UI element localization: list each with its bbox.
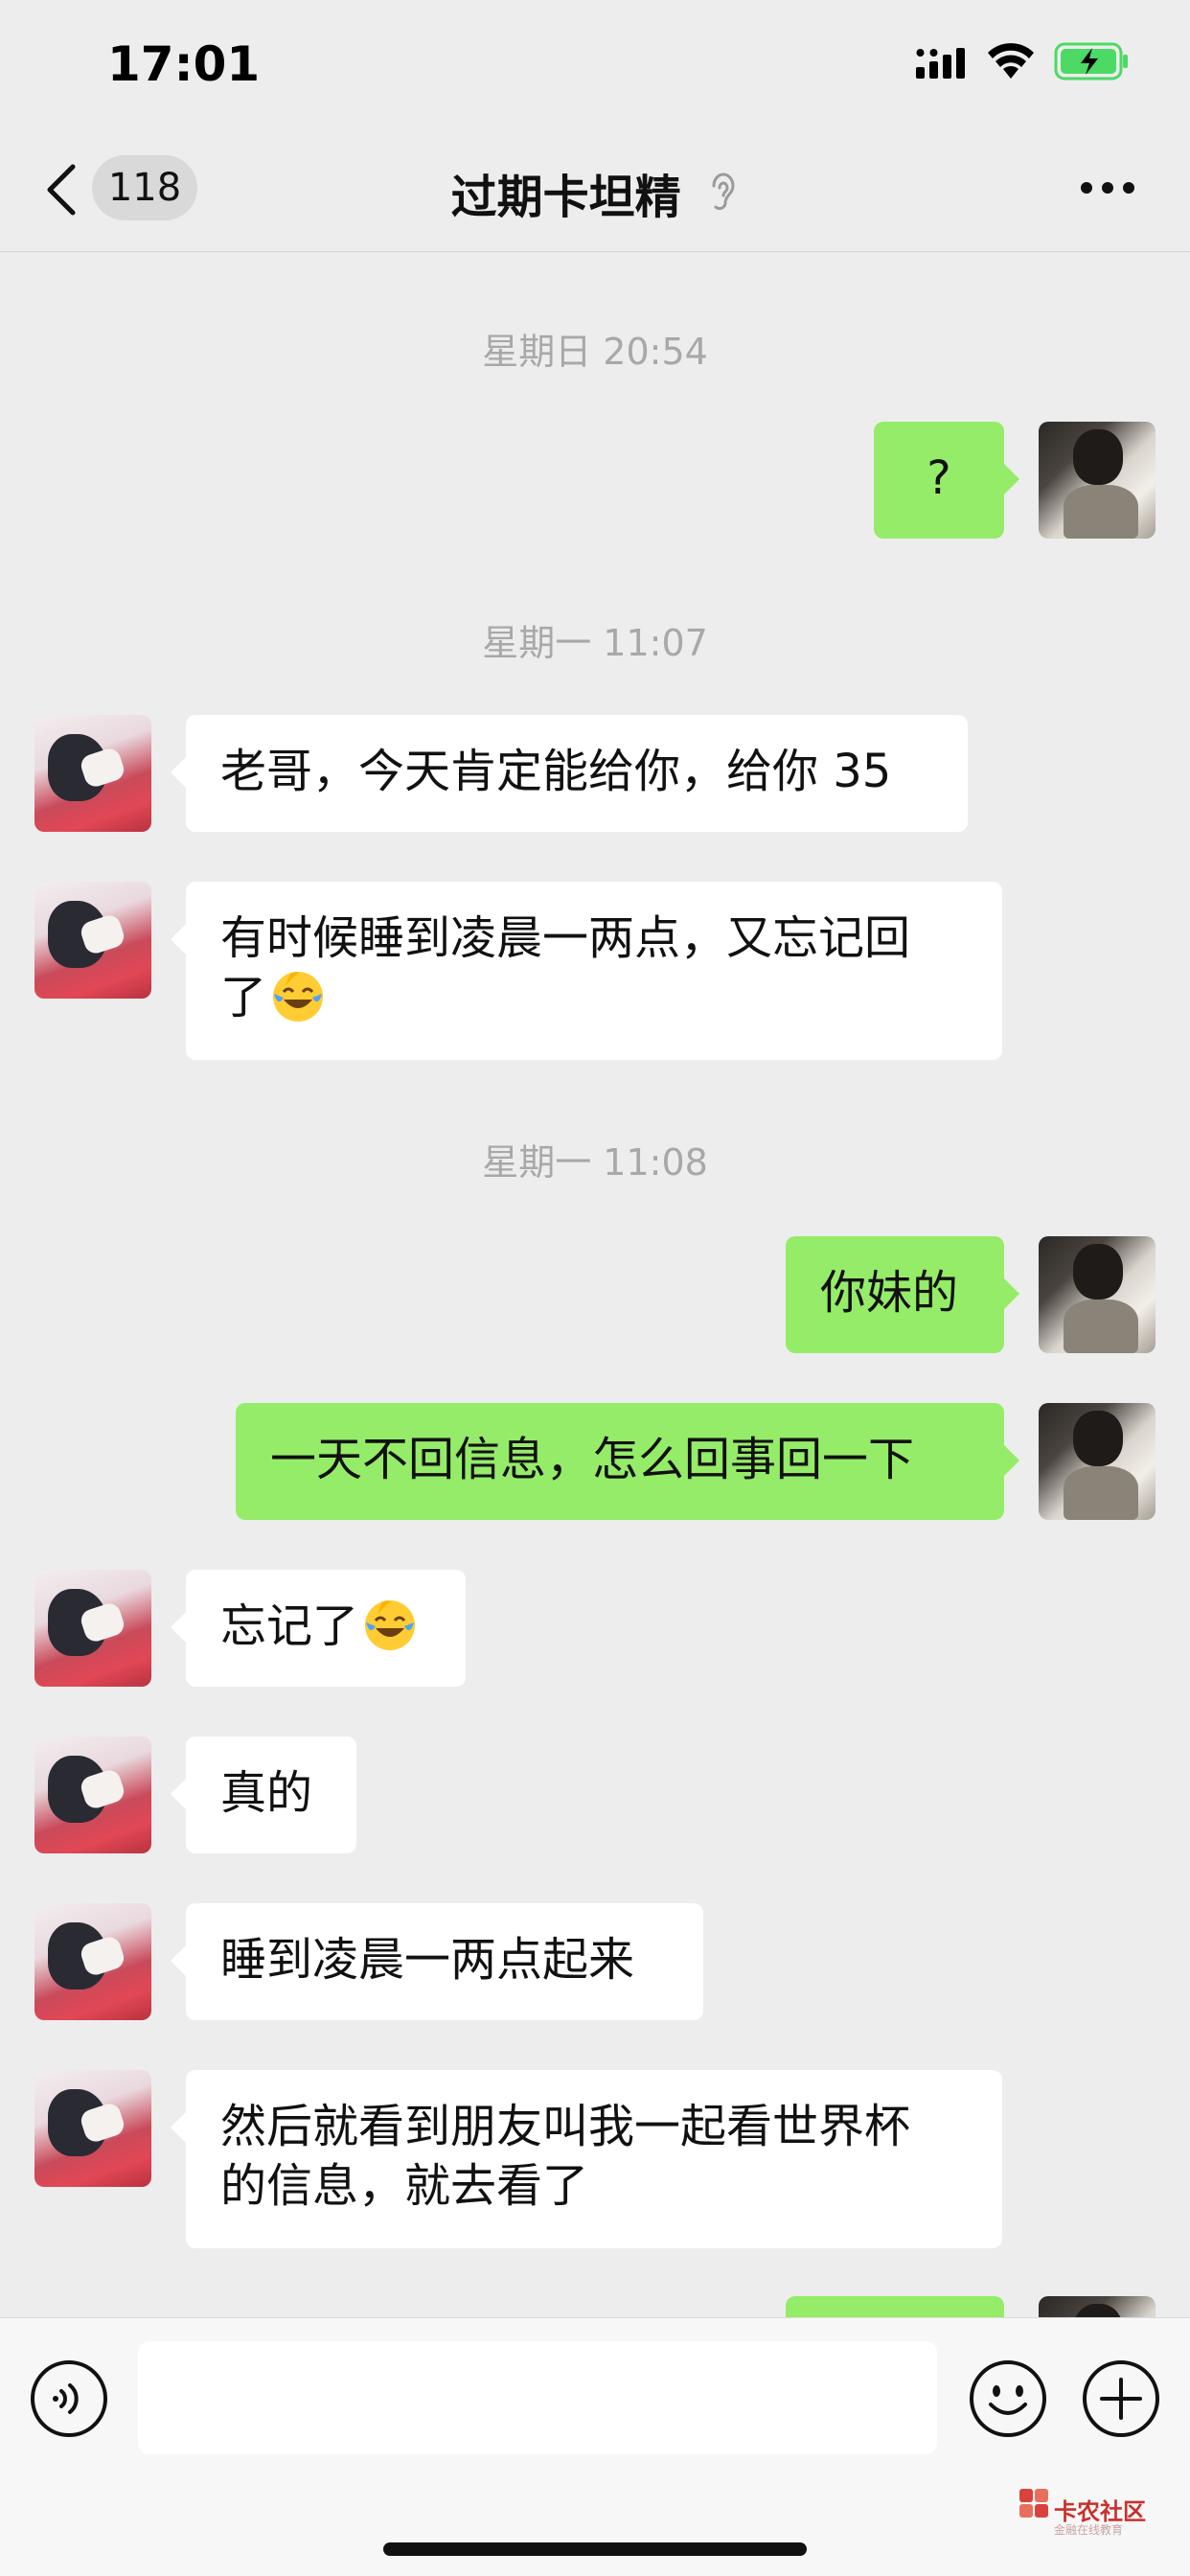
message-text: 睡到凌晨一两点起来 xyxy=(220,1933,635,1987)
chat-title: 过期卡坦精 xyxy=(450,171,681,224)
kanong-logo-icon xyxy=(1019,2489,1048,2518)
message-text: ? xyxy=(927,451,951,505)
message-input[interactable] xyxy=(138,2341,937,2454)
contact-avatar[interactable] xyxy=(34,1903,151,2020)
contact-avatar[interactable] xyxy=(34,2070,151,2187)
contact-message-bubble[interactable]: 然后就看到朋友叫我一起看世界杯 的信息，就去看了 xyxy=(171,2070,1002,2248)
cellular-signal-icon xyxy=(916,48,965,79)
timestamp: 星期一 11:08 xyxy=(482,1141,708,1184)
message-text: 真的 xyxy=(220,1766,313,1820)
self-avatar[interactable] xyxy=(1039,422,1156,539)
home-indicator[interactable] xyxy=(383,2542,807,2556)
message-text: 忘记了 xyxy=(220,1599,359,1653)
contact-avatar[interactable] xyxy=(34,882,151,999)
more-options-icon[interactable] xyxy=(1079,180,1136,196)
timestamp: 星期一 11:07 xyxy=(482,622,708,664)
plus-more-icon[interactable] xyxy=(1081,2358,1161,2439)
status-time: 17:01 xyxy=(107,36,261,92)
contact-avatar[interactable] xyxy=(34,1570,151,1687)
self-message-bubble[interactable]: 你妹的 xyxy=(786,1236,1019,1353)
emoji-picker-icon[interactable] xyxy=(968,2358,1048,2439)
voice-input-icon[interactable] xyxy=(29,2358,109,2439)
contact-message-bubble[interactable]: 有时候睡到凌晨一两点，又忘记回 了 xyxy=(171,882,1002,1060)
input-bar: 卡农社区 金融在线教育 xyxy=(0,2317,1190,2576)
self-message-bubble[interactable]: ? xyxy=(874,422,1019,539)
contact-message-bubble[interactable]: 睡到凌晨一两点起来 xyxy=(171,1903,703,2020)
face-with-tears-of-joy-icon xyxy=(365,1600,416,1650)
message-text: 一天不回信息，怎么回事回一下 xyxy=(270,1433,915,1486)
self-avatar[interactable] xyxy=(1039,1236,1156,1353)
message-text: 老哥，今天肯定能给你，给你 35 xyxy=(220,745,892,798)
timestamp: 星期日 20:54 xyxy=(482,331,708,373)
self-message-bubble[interactable]: 一天不回信息，怎么回事回一下 xyxy=(236,1403,1019,1520)
contact-avatar[interactable] xyxy=(34,715,151,832)
message-text-line: 然后就看到朋友叫我一起看世界杯 xyxy=(220,2100,911,2153)
watermark-subtitle: 金融在线教育 xyxy=(1054,2523,1124,2537)
contact-message-bubble[interactable]: 忘记了 xyxy=(171,1570,466,1687)
face-with-tears-of-joy-icon xyxy=(273,972,324,1022)
chat-header: 118 过期卡坦精 xyxy=(0,125,1190,252)
message-text-line: 有时候睡到凌晨一两点，又忘记回 xyxy=(220,911,911,965)
self-avatar[interactable] xyxy=(1039,1403,1156,1520)
chat-screen: 17:01 118 过期卡坦精 星期日 20:54 ? 星期一 11:07 老哥… xyxy=(0,0,1190,2576)
status-bar: 17:01 xyxy=(0,0,1190,125)
message-text-line-2: 的信息，就去看了 xyxy=(220,2159,589,2213)
contact-message-bubble[interactable]: 真的 xyxy=(171,1736,356,1853)
chat-title-container: 过期卡坦精 xyxy=(0,159,1190,226)
wifi-icon xyxy=(988,43,1034,79)
message-text-line-2: 了 xyxy=(220,968,968,1027)
battery-charging-icon xyxy=(1054,42,1128,80)
message-text: 你妹的 xyxy=(820,1266,959,1320)
earpiece-mode-icon xyxy=(712,172,735,211)
contact-avatar[interactable] xyxy=(34,1736,151,1853)
contact-message-bubble[interactable]: 老哥，今天肯定能给你，给你 35 xyxy=(171,715,968,832)
